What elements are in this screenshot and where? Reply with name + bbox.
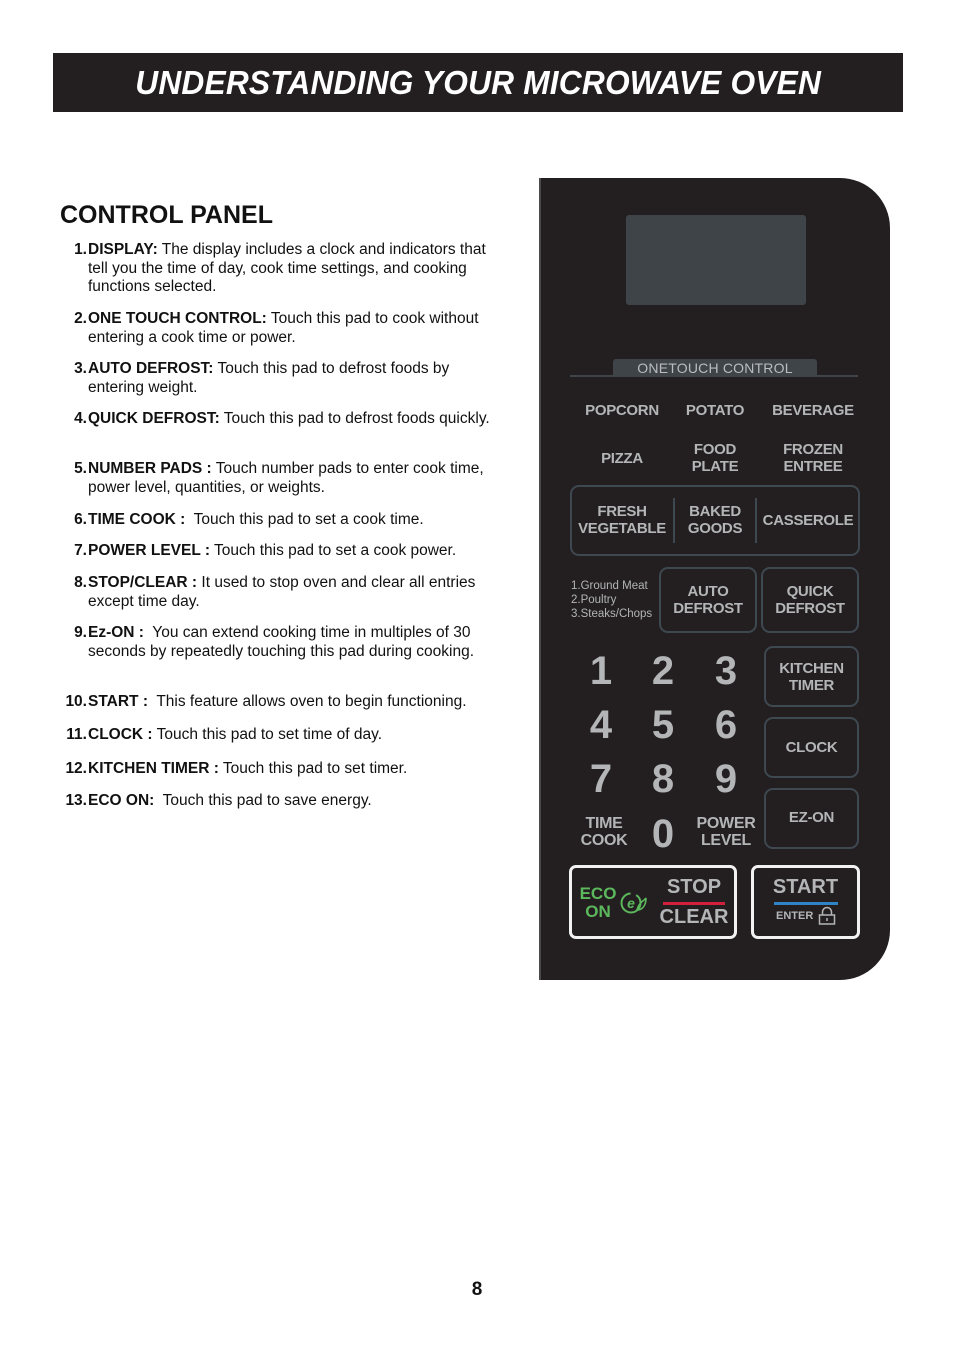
description-item: 7. POWER LEVEL : Touch this pad to set a … (60, 542, 500, 561)
item-text: This feature allows oven to begin functi… (147, 693, 467, 710)
page-number: 8 (471, 1279, 483, 1300)
item-text: Touch this pad to defrost foods quickly. (219, 410, 490, 427)
item-number: 7. (74, 542, 87, 559)
start-enter-button[interactable]: START ENTER (751, 865, 860, 939)
item-label: QUICK DEFROST: (88, 410, 220, 427)
frozen-entree-button[interactable]: FROZEN ENTREE (763, 441, 863, 475)
quick-defrost-button[interactable]: QUICK DEFROST (761, 567, 859, 633)
item-text: Touch this pad to set timer. (218, 760, 408, 777)
description-item: 1. DISPLAY: The display includes a clock … (60, 241, 500, 297)
eco-leaf-icon: e (620, 892, 647, 914)
fresh-vegetable-button[interactable]: FRESH VEGETABLE (573, 502, 671, 538)
baked-goods-button[interactable]: BAKED GOODS (675, 502, 755, 538)
one-touch-control-label: ONETOUCH CONTROL (613, 359, 817, 376)
clock-button[interactable]: CLOCK (764, 717, 859, 778)
item-number: 1. (74, 241, 87, 258)
digit-2-button[interactable]: 2 (638, 651, 688, 691)
item-number: 11. (66, 726, 87, 743)
item-label: ONE TOUCH CONTROL: (88, 310, 267, 327)
casserole-button[interactable]: CASSEROLE (757, 502, 859, 538)
item-text: You can extend cooking time in multiples… (88, 624, 475, 660)
beverage-button[interactable]: BEVERAGE (763, 400, 863, 420)
eco-on-stop-clear-button[interactable]: ECO ON e STOP CLEAR (569, 865, 737, 939)
stop-label: STOP (666, 876, 722, 898)
item-number: 2. (74, 310, 87, 327)
item-number: 5. (74, 460, 87, 477)
enter-label: ENTER (776, 910, 814, 922)
item-label: KITCHEN TIMER : (88, 760, 219, 777)
item-text: Touch this pad to set a cook power. (210, 542, 457, 559)
page-title: UNDERSTANDING YOUR MICROWAVE OVEN (135, 63, 821, 101)
digit-7-button[interactable]: 7 (576, 759, 626, 799)
power-level-button[interactable]: POWER LEVEL (689, 814, 763, 850)
microwave-control-panel: ONETOUCH CONTROL POPCORN POTATO BEVERAGE… (539, 178, 890, 980)
digit-0-button[interactable]: 0 (638, 814, 688, 854)
item-text: Touch this pad to set a cook time. (185, 511, 424, 528)
digit-3-button[interactable]: 3 (701, 651, 751, 691)
item-label: Ez-ON : (88, 624, 144, 641)
auto-defrost-options: 1.Ground Meat 2.Poultry 3.Steaks/Chops (571, 579, 652, 621)
clear-label: CLEAR (659, 906, 729, 928)
description-item: 10. START : This feature allows oven to b… (60, 693, 500, 712)
digit-6-button[interactable]: 6 (701, 705, 751, 745)
item-number: 6. (74, 511, 87, 528)
digit-4-button[interactable]: 4 (576, 705, 626, 745)
popcorn-button[interactable]: POPCORN (577, 400, 667, 420)
pizza-button[interactable]: PIZZA (577, 441, 667, 475)
item-label: TIME COOK : (88, 511, 186, 528)
item-label: POWER LEVEL : (88, 542, 211, 559)
potato-button[interactable]: POTATO (671, 400, 759, 420)
ez-on-button[interactable]: EZ-ON (764, 788, 859, 849)
digit-8-button[interactable]: 8 (638, 759, 688, 799)
display-screen (626, 215, 806, 305)
description-item: 8. STOP/CLEAR : It used to stop oven and … (60, 574, 500, 611)
auto-defrost-button[interactable]: AUTO DEFROST (659, 567, 757, 633)
lock-icon (818, 906, 836, 925)
digit-1-button[interactable]: 1 (576, 651, 626, 691)
eco-on-label: ECO ON (579, 884, 617, 921)
item-label: AUTO DEFROST: (88, 360, 214, 377)
food-plate-button[interactable]: FOOD PLATE (671, 441, 759, 475)
description-item: 11. CLOCK : Touch this pad to set time of… (60, 726, 500, 745)
description-item: 4. QUICK DEFROST: Touch this pad to defro… (60, 410, 500, 429)
description-item: 2. ONE TOUCH CONTROL: Touch this pad to c… (60, 310, 500, 347)
stop-red-bar (663, 902, 725, 905)
item-text: Touch this pad to set time of day. (152, 726, 383, 743)
description-item: 5. NUMBER PADS : Touch number pads to ent… (60, 460, 500, 497)
item-label: CLOCK : (88, 726, 153, 743)
eco-glyph: e (627, 895, 635, 911)
time-cook-button[interactable]: TIME COOK (569, 814, 639, 850)
item-number: 12. (65, 760, 87, 777)
item-label: STOP/CLEAR : (88, 574, 198, 591)
section-title: CONTROL PANEL (60, 201, 273, 229)
item-label: ECO ON: (88, 792, 155, 809)
item-text: Touch this pad to save energy. (154, 792, 372, 809)
item-label: START : (88, 693, 148, 710)
item-number: 9. (74, 624, 87, 641)
defrost-option: 1.Ground Meat (571, 580, 648, 592)
start-blue-bar (774, 902, 838, 905)
item-label: NUMBER PADS : (88, 460, 212, 477)
start-label: START (772, 876, 839, 898)
digit-9-button[interactable]: 9 (701, 759, 751, 799)
description-item: 3. AUTO DEFROST: Touch this pad to defros… (60, 360, 500, 397)
description-item: 12. KITCHEN TIMER : Touch this pad to set… (60, 760, 500, 779)
defrost-option: 3.Steaks/Chops (571, 608, 653, 620)
description-item: 13. ECO ON: Touch this pad to save energy… (60, 792, 500, 811)
item-number: 13. (65, 792, 87, 809)
item-number: 4. (74, 410, 87, 427)
description-item: 9. Ez-ON : You can extend cooking time in… (60, 624, 500, 661)
defrost-option: 2.Poultry (571, 594, 617, 606)
item-label: DISPLAY: (88, 241, 158, 258)
item-number: 8. (74, 574, 87, 591)
item-number: 10. (65, 693, 87, 710)
item-number: 3. (74, 360, 87, 377)
description-item: 6. TIME COOK : Touch this pad to set a co… (60, 511, 500, 530)
kitchen-timer-button[interactable]: KITCHEN TIMER (764, 646, 859, 707)
page-header-bar: UNDERSTANDING YOUR MICROWAVE OVEN (53, 53, 903, 112)
digit-5-button[interactable]: 5 (638, 705, 688, 745)
